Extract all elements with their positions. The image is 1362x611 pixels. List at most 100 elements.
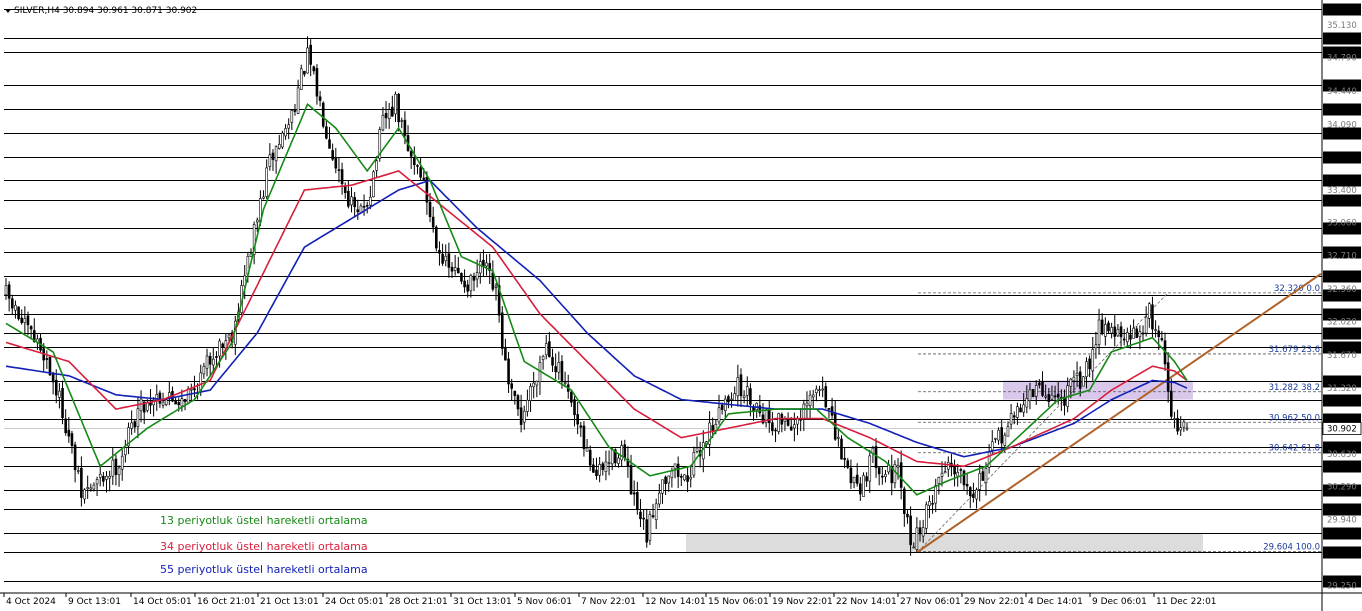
candle-body xyxy=(381,115,385,131)
candle-body xyxy=(321,102,325,127)
time-tick-label: 16 Oct 21:01 xyxy=(197,597,256,607)
candle-body xyxy=(1185,427,1189,430)
candle-body xyxy=(29,326,33,330)
price-level-label: 34.000 xyxy=(1327,130,1357,140)
candle-body xyxy=(271,152,275,160)
price-tick-label: 34.090 xyxy=(1327,120,1357,130)
candle-body xyxy=(972,493,975,498)
candle-body xyxy=(745,386,749,396)
candle-body xyxy=(391,106,394,117)
candle-body xyxy=(7,284,11,299)
candle-body xyxy=(274,146,278,162)
candle-body xyxy=(899,462,903,488)
price-level-label: 34.250 xyxy=(1327,106,1357,116)
candle-body xyxy=(268,154,272,167)
candle-body xyxy=(629,465,633,495)
candle-body xyxy=(403,119,407,136)
candle-body xyxy=(1078,371,1082,389)
candle-body xyxy=(369,196,372,206)
candle-body xyxy=(472,276,476,281)
candle-body xyxy=(651,515,655,518)
candle-body xyxy=(1025,397,1029,408)
candle-body xyxy=(654,503,658,521)
candle-body xyxy=(164,399,168,406)
candle-body xyxy=(962,470,966,486)
price-tick-label: 33.400 xyxy=(1327,186,1357,196)
candle-body xyxy=(918,527,922,535)
candle-body xyxy=(89,487,93,490)
candle-body xyxy=(604,461,608,472)
candle-body xyxy=(774,429,777,432)
candle-body xyxy=(915,527,919,550)
candle-body xyxy=(353,197,356,208)
candle-body xyxy=(522,410,526,423)
candle-body xyxy=(632,492,636,495)
candle-body xyxy=(26,315,30,326)
legend-item: 34 periyotluk üstel hareketli ortalama xyxy=(160,540,368,553)
candle-body xyxy=(120,455,124,470)
candle-body xyxy=(965,483,969,487)
legend-item: 55 periyotluk üstel hareketli ortalama xyxy=(160,563,368,576)
candle-body xyxy=(328,139,331,149)
candle-body xyxy=(1176,418,1179,432)
candle-body xyxy=(281,132,284,148)
candle-body xyxy=(136,408,140,427)
candle-body xyxy=(529,386,532,401)
time-tick-label: 31 Oct 13:01 xyxy=(453,597,512,607)
candle-body xyxy=(1110,327,1113,334)
candle-body xyxy=(620,445,623,461)
candle-body xyxy=(133,421,137,428)
candle-body xyxy=(544,343,548,356)
candle-body xyxy=(1088,358,1091,370)
candle-body xyxy=(815,388,818,394)
candle-body xyxy=(1097,319,1101,345)
candle-body xyxy=(504,348,507,361)
candle-body xyxy=(309,44,312,65)
candle-body xyxy=(1075,372,1079,376)
candle-body xyxy=(909,515,912,546)
candle-body xyxy=(146,402,149,411)
candle-body xyxy=(510,383,513,389)
symbol-ohlc-text: SILVER,H4 30.894 30.961 30.871 30.902 xyxy=(14,6,197,16)
candle-body xyxy=(849,467,853,484)
candle-body xyxy=(1016,406,1019,418)
candle-body xyxy=(447,253,451,268)
candle-body xyxy=(843,458,846,460)
time-tick-label: 9 Dec 06:01 xyxy=(1092,597,1147,607)
candle-body xyxy=(585,447,589,452)
candle-body xyxy=(783,419,787,422)
candle-body xyxy=(76,470,80,472)
candle-body xyxy=(428,201,432,218)
candle-body xyxy=(58,390,61,398)
candle-body xyxy=(1019,407,1022,413)
candle-body xyxy=(1047,393,1051,402)
candle-body xyxy=(315,68,319,97)
candle-body xyxy=(117,467,121,476)
candle-body xyxy=(975,489,978,500)
candle-body xyxy=(881,475,884,478)
candle-body xyxy=(409,151,413,157)
candle-body xyxy=(318,96,322,101)
candle-body xyxy=(676,463,680,477)
candle-body xyxy=(1119,326,1123,338)
candle-body xyxy=(607,462,611,464)
candle-body xyxy=(416,165,419,167)
candle-body xyxy=(1135,328,1139,338)
candle-body xyxy=(931,503,934,505)
candle-body xyxy=(680,475,683,478)
candle-body xyxy=(105,475,108,480)
candle-body xyxy=(821,388,824,391)
candle-body xyxy=(683,474,686,481)
candle-body xyxy=(419,167,422,178)
time-tick-label: 4 Dec 14:01 xyxy=(1028,597,1083,607)
candle-body xyxy=(868,455,872,482)
candle-body xyxy=(805,402,809,407)
candle-body xyxy=(573,399,576,416)
candle-body xyxy=(576,414,579,425)
candle-body xyxy=(771,422,774,432)
candle-body xyxy=(1038,382,1041,386)
time-tick-label: 14 Oct 05:01 xyxy=(133,597,192,607)
candle-body xyxy=(1012,415,1016,418)
candle-body xyxy=(10,298,14,309)
candle-body xyxy=(777,413,780,432)
